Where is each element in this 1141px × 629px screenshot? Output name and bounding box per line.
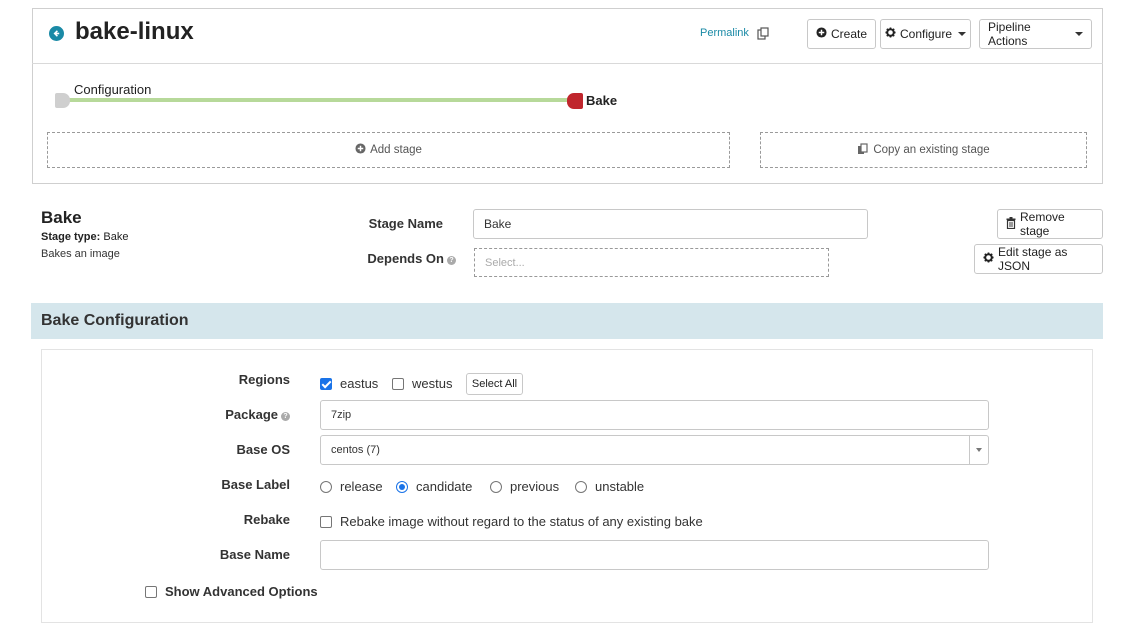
add-stage-button[interactable]: Add stage <box>47 132 730 168</box>
back-icon[interactable] <box>49 26 64 41</box>
package-label: Package? <box>180 407 290 422</box>
region-label-westus[interactable]: westus <box>412 376 452 391</box>
chevron-down-icon[interactable] <box>969 436 988 464</box>
graph-node-label[interactable]: Configuration <box>74 82 151 97</box>
add-stage-label: Add stage <box>370 144 422 156</box>
base-label-option-unstable[interactable]: unstable <box>595 479 644 494</box>
help-icon[interactable]: ? <box>281 412 290 421</box>
pipeline-actions-label: Pipeline Actions <box>988 20 1031 48</box>
pipeline-title: bake-linux <box>75 18 194 45</box>
base-os-select[interactable]: centos (7) <box>320 435 989 465</box>
graph-node-bake[interactable] <box>567 93 583 109</box>
gear-icon <box>885 27 896 41</box>
plus-circle-icon <box>816 27 827 41</box>
remove-stage-label: Remove stage <box>1020 210 1065 238</box>
permalink-link[interactable]: Permalink <box>700 27 749 39</box>
rebake-label: Rebake <box>243 512 290 527</box>
rebake-checkbox[interactable] <box>320 516 332 528</box>
copy-existing-stage-button[interactable]: Copy an existing stage <box>760 132 1087 168</box>
copy-to-clipboard-icon[interactable] <box>757 27 769 40</box>
stage-description: Bakes an image <box>41 248 120 260</box>
stage-name-label: Stage Name <box>368 216 443 231</box>
stage-type-value: Bake <box>103 231 129 243</box>
base-label-radio-release[interactable] <box>320 481 332 493</box>
base-label-radio-candidate[interactable] <box>396 481 408 493</box>
graph-node-configuration[interactable] <box>55 93 70 108</box>
package-input[interactable]: 7zip <box>320 400 989 430</box>
create-label: Create <box>830 27 868 41</box>
pipeline-actions-button[interactable]: Pipeline Actions <box>979 19 1092 49</box>
edit-stage-json-label: Edit stage as JSON <box>998 245 1068 273</box>
depends-on-label: Depends On? <box>330 251 456 266</box>
gear-icon <box>983 252 994 266</box>
select-all-regions-button[interactable]: Select All <box>466 373 523 395</box>
package-label-text: Package <box>225 407 278 422</box>
remove-stage-button[interactable]: Remove stage <box>997 209 1103 239</box>
base-label-option-release[interactable]: release <box>340 479 383 494</box>
pipeline-graph-edge <box>62 98 576 102</box>
base-label-radio-unstable[interactable] <box>575 481 587 493</box>
show-advanced-checkbox[interactable] <box>145 586 157 598</box>
bake-configuration-title: Bake Configuration <box>41 312 189 329</box>
region-checkbox-eastus[interactable] <box>320 378 332 390</box>
chevron-down-icon <box>958 32 967 36</box>
region-checkbox-westus[interactable] <box>392 378 404 390</box>
stage-title: Bake <box>41 208 82 227</box>
chevron-down-icon <box>1075 32 1083 36</box>
show-advanced-label[interactable]: Show Advanced Options <box>165 584 318 599</box>
base-label-option-previous[interactable]: previous <box>510 479 559 494</box>
base-label-label: Base Label <box>221 477 290 492</box>
help-icon[interactable]: ? <box>447 256 456 265</box>
stage-name-input[interactable]: Bake <box>473 209 868 239</box>
copy-icon <box>857 142 869 158</box>
bake-configuration-header[interactable] <box>31 303 1103 339</box>
regions-label: Regions <box>238 372 290 387</box>
configure-button[interactable]: Configure <box>880 19 971 49</box>
base-label-radio-previous[interactable] <box>490 481 502 493</box>
base-os-label: Base OS <box>236 442 290 457</box>
region-label-eastus[interactable]: eastus <box>340 376 378 391</box>
depends-on-select[interactable]: Select... <box>474 248 829 277</box>
edit-stage-json-button[interactable]: Edit stage as JSON <box>974 244 1103 274</box>
stage-type-label: Stage type: <box>41 231 101 243</box>
rebake-checkbox-text[interactable]: Rebake image without regard to the statu… <box>340 514 703 529</box>
graph-node-label[interactable]: Bake <box>586 93 617 108</box>
base-name-input[interactable] <box>320 540 989 570</box>
create-button[interactable]: Create <box>807 19 876 49</box>
depends-on-text: Depends On <box>367 251 444 266</box>
header-divider <box>32 63 1103 64</box>
base-name-label: Base Name <box>219 547 290 562</box>
base-label-option-candidate[interactable]: candidate <box>416 479 472 494</box>
copy-stage-label: Copy an existing stage <box>873 144 990 156</box>
trash-icon <box>1006 216 1016 232</box>
configure-label: Configure <box>899 27 953 41</box>
plus-circle-icon <box>355 143 366 157</box>
stage-type: Stage type: Bake <box>41 231 128 243</box>
